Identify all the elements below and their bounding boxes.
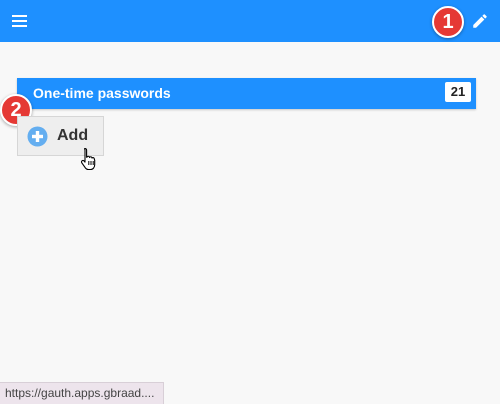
pencil-icon[interactable]	[471, 12, 489, 30]
add-button-label: Add	[57, 127, 89, 144]
plus-circle-icon	[27, 126, 48, 147]
count-badge: 21	[445, 82, 471, 102]
hand-pointer-cursor-icon	[80, 147, 98, 171]
top-app-bar	[0, 0, 500, 42]
category-label: One-time passwords	[33, 85, 171, 101]
step-marker-1: 1	[432, 6, 464, 38]
category-header-one-time-passwords[interactable]: One-time passwords 21	[17, 78, 476, 109]
hamburger-menu-icon[interactable]	[11, 13, 29, 29]
link-url-status-bar: https://gauth.apps.gbraad....	[0, 382, 164, 404]
